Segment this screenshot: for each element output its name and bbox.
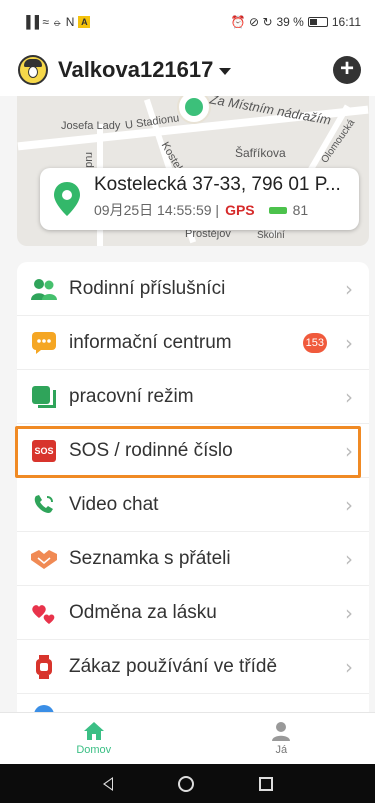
location-pin-icon bbox=[177, 96, 211, 124]
nav-me[interactable]: Já bbox=[188, 713, 375, 764]
battery-icon bbox=[307, 17, 328, 27]
chevron-right-icon: › bbox=[345, 546, 353, 571]
app-header: Valkova121617 + bbox=[0, 44, 375, 96]
nav-me-label: Já bbox=[275, 744, 288, 756]
nav-home[interactable]: Domov bbox=[0, 713, 188, 764]
location-datetime: 09月25日 14:55:59 | bbox=[94, 202, 220, 218]
menu-item-love-reward[interactable]: Odměna za lásku › bbox=[17, 586, 369, 640]
location-source: GPS bbox=[225, 202, 255, 218]
nav-home-label: Domov bbox=[76, 744, 112, 756]
home-circle-icon[interactable] bbox=[177, 775, 194, 792]
handshake-icon bbox=[31, 547, 57, 571]
menu-item-family-members[interactable]: Rodinní příslušníci › bbox=[17, 262, 369, 316]
back-icon[interactable] bbox=[102, 776, 113, 791]
chevron-right-icon: › bbox=[345, 330, 353, 355]
chevron-right-icon: › bbox=[345, 600, 353, 625]
menu-item-label: Seznamka s přáteli bbox=[69, 547, 231, 569]
sos-icon-text: SOS bbox=[32, 439, 56, 462]
status-right: ⏰ ⊘ ↻ 39 % 16:11 bbox=[231, 15, 361, 29]
status-left: ▐▐ ≈ ⦵ N A bbox=[22, 14, 91, 30]
hearts-icon bbox=[31, 601, 57, 625]
chevron-down-icon[interactable] bbox=[219, 68, 232, 75]
chevron-right-icon: › bbox=[345, 276, 353, 301]
status-bar: ▐▐ ≈ ⦵ N A ⏰ ⊘ ↻ 39 % 16:11 bbox=[0, 0, 375, 44]
add-device-button[interactable]: + bbox=[333, 56, 361, 84]
system-navigation-bar bbox=[0, 764, 375, 803]
avatar-face bbox=[28, 66, 38, 78]
avatar[interactable] bbox=[18, 55, 48, 85]
menu-item-label: Rodinní příslušníci bbox=[69, 277, 226, 299]
menu-item-work-mode[interactable]: pracovní režim › bbox=[17, 370, 369, 424]
signal-wifi-icons: ▐▐ ≈ ⦵ N bbox=[22, 14, 75, 29]
feature-menu: Rodinní příslušníci › informační centrum… bbox=[17, 262, 369, 720]
menu-item-label: pracovní režim bbox=[69, 385, 194, 407]
bottom-navigation: Domov Já bbox=[0, 712, 375, 764]
chevron-right-icon: › bbox=[345, 492, 353, 517]
device-name-title[interactable]: Valkova121617 bbox=[58, 57, 213, 83]
battery-small-icon bbox=[268, 206, 287, 214]
menu-item-label: Video chat bbox=[69, 493, 159, 515]
map-label: Šafříkova bbox=[235, 146, 286, 160]
mode-icon bbox=[31, 385, 57, 409]
chevron-right-icon: › bbox=[345, 654, 353, 679]
unread-count-badge: 153 bbox=[302, 333, 327, 353]
menu-item-sos-family-number[interactable]: SOS SOS / rodinné číslo › bbox=[17, 424, 369, 478]
location-address: Kostelecká 37-33, 796 01 P... bbox=[94, 174, 341, 195]
status-time: 16:11 bbox=[331, 15, 361, 29]
menu-item-friends-dating[interactable]: Seznamka s přáteli › bbox=[17, 532, 369, 586]
recent-apps-icon[interactable] bbox=[258, 776, 273, 791]
map-label: Školní bbox=[257, 230, 285, 241]
location-info-card[interactable]: Kostelecká 37-33, 796 01 P... 09月25日 14:… bbox=[40, 168, 359, 230]
message-icon bbox=[31, 331, 57, 355]
phone-icon bbox=[31, 493, 57, 517]
menu-item-class-ban[interactable]: Zákaz používání ve třídě › bbox=[17, 640, 369, 694]
battery-percent: 39 % bbox=[276, 15, 304, 29]
watch-icon bbox=[31, 654, 57, 679]
user-icon bbox=[272, 722, 291, 741]
menu-item-info-center[interactable]: informační centrum 153 › bbox=[17, 316, 369, 370]
menu-item-label: informační centrum bbox=[69, 331, 232, 353]
sos-icon: SOS bbox=[31, 439, 57, 463]
alarm-mute-icons: ⏰ ⊘ ↻ bbox=[230, 15, 273, 29]
home-icon bbox=[83, 722, 104, 740]
menu-item-video-chat[interactable]: Video chat › bbox=[17, 478, 369, 532]
map-marker-icon bbox=[54, 182, 80, 216]
menu-item-label: SOS / rodinné číslo bbox=[69, 439, 233, 461]
chevron-right-icon: › bbox=[345, 384, 353, 409]
device-battery: 81 bbox=[292, 202, 309, 218]
map-label: Josefa Lady bbox=[61, 120, 121, 132]
warning-icon: A bbox=[78, 16, 91, 28]
menu-item-label: Odměna za lásku bbox=[69, 601, 217, 623]
family-icon bbox=[31, 277, 57, 301]
menu-item-label: Zákaz používání ve třídě bbox=[69, 655, 278, 677]
chevron-right-icon: › bbox=[345, 438, 353, 463]
location-meta: 09月25日 14:55:59 | GPS 81 bbox=[94, 200, 349, 220]
